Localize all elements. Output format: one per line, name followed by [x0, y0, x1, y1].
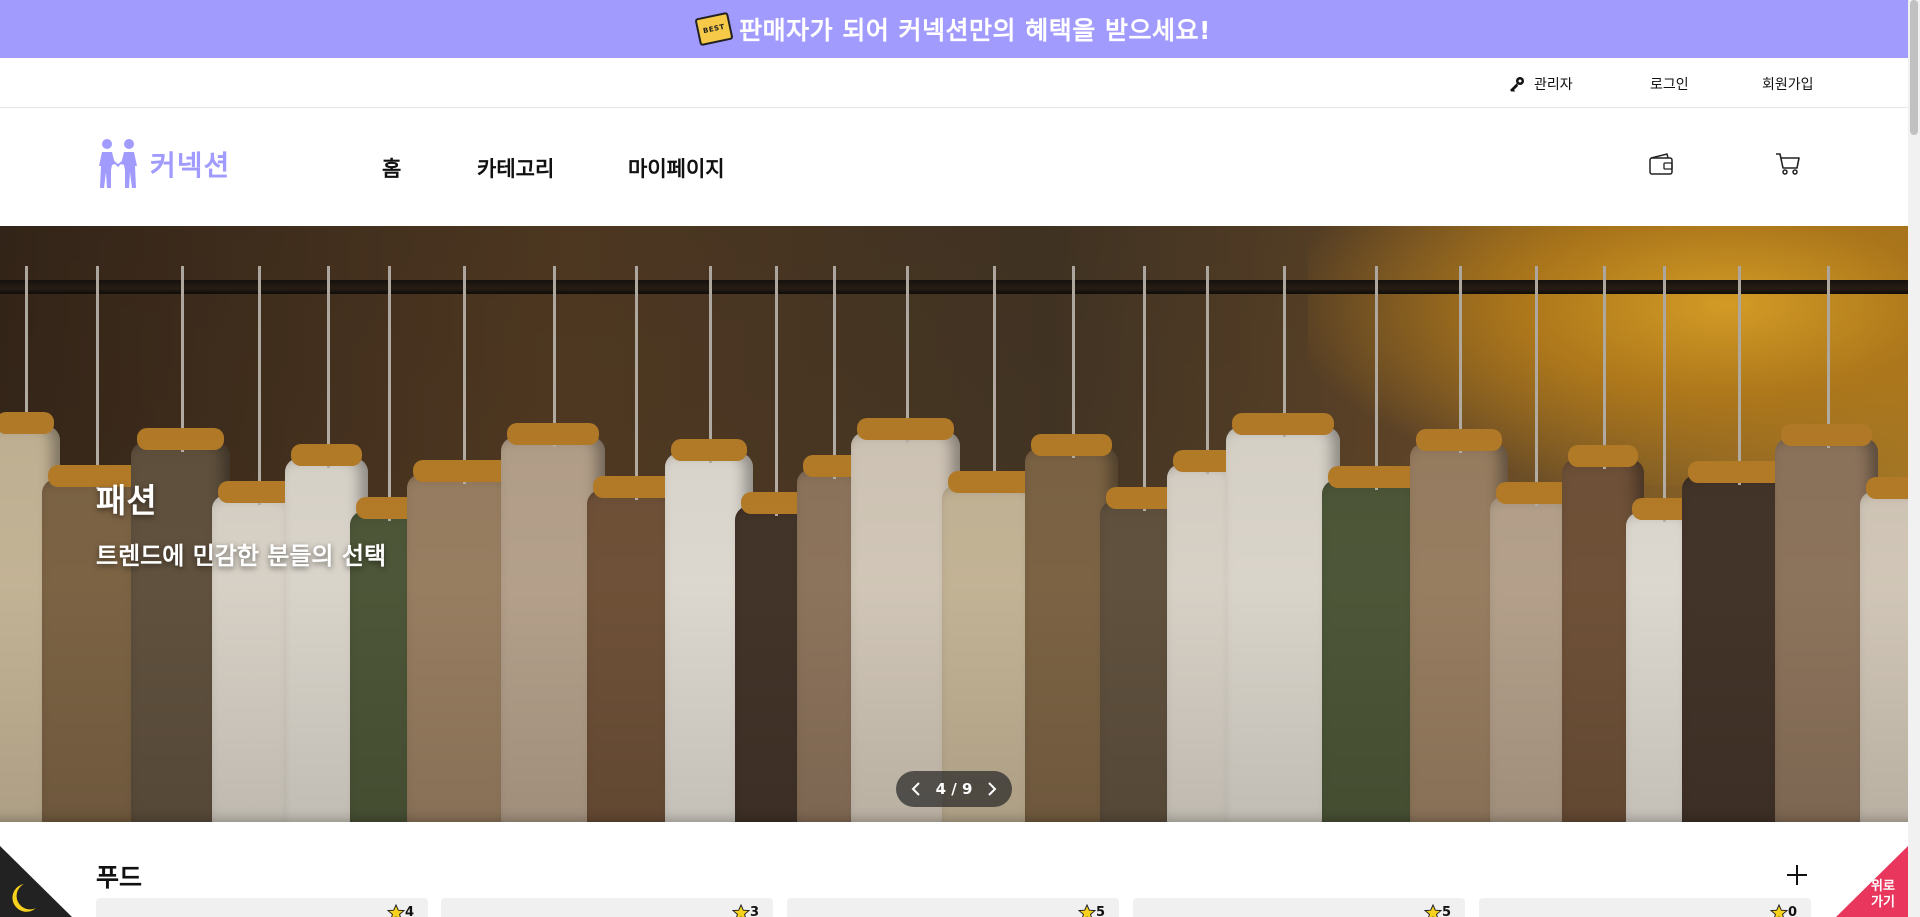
promo-banner[interactable]: BEST 판매자가 되어 커넥션만의 혜택을 받으세요! [0, 0, 1908, 58]
product-card[interactable]: 0 [1479, 898, 1811, 917]
star-icon [731, 904, 750, 917]
key-icon [1510, 77, 1524, 92]
utility-bar: 관리자 로그인 회원가입 [0, 58, 1908, 108]
next-slide-button[interactable] [984, 781, 1000, 797]
badge-line-1: BEST [702, 22, 726, 35]
section-title: 푸드 [96, 863, 143, 892]
star-icon [386, 904, 405, 917]
card-rating-value: 4 [404, 905, 414, 917]
main-header: 커넥션 홈 카테고리 마이페이지 [0, 108, 1908, 226]
dark-mode-toggle[interactable] [0, 846, 72, 917]
product-card[interactable]: 3 [441, 898, 773, 917]
card-rating: 4 [386, 904, 414, 917]
card-rating: 3 [731, 904, 759, 917]
logo-text: 커넥션 [150, 149, 231, 182]
promo-text: 판매자가 되어 커넥션만의 혜택을 받으세요! [739, 16, 1211, 45]
card-rating-value: 5 [1095, 905, 1105, 917]
hero-subtitle: 트렌드에 민감한 분들의 선택 [96, 542, 387, 570]
star-icon [1769, 904, 1788, 917]
card-rating-value: 5 [1441, 905, 1451, 917]
wallet-icon[interactable] [1648, 152, 1674, 176]
card-rating: 5 [1077, 904, 1105, 917]
login-link[interactable]: 로그인 [1650, 74, 1689, 94]
scrollbar-thumb[interactable] [1910, 0, 1918, 135]
card-rating-value: 0 [1787, 905, 1797, 917]
nav-category[interactable]: 카테고리 [477, 153, 554, 183]
card-rating: 0 [1769, 904, 1797, 917]
cart-icon[interactable] [1775, 152, 1801, 176]
nav-mypage[interactable]: 마이페이지 [628, 153, 725, 183]
admin-label: 관리자 [1534, 77, 1573, 93]
slide-counter: 4 / 9 [935, 780, 973, 798]
signup-link[interactable]: 회원가입 [1762, 74, 1814, 94]
chevron-right-icon [988, 782, 997, 796]
star-icon [1077, 904, 1096, 917]
page-scrollbar[interactable] [1908, 0, 1920, 917]
card-rating: 5 [1423, 904, 1451, 917]
people-handshake-icon [99, 139, 137, 188]
prev-slide-button[interactable] [908, 781, 924, 797]
scroll-top-button[interactable]: 위로 가기 [1836, 846, 1908, 917]
star-icon [1423, 904, 1442, 917]
admin-link[interactable]: 관리자 [1508, 74, 1573, 94]
plus-icon[interactable] [1786, 864, 1808, 886]
scroll-top-label: 위로 가기 [1871, 879, 1895, 910]
best-seller-badge-icon: BEST [694, 11, 734, 47]
site-logo[interactable]: 커넥션 [96, 138, 230, 190]
hero-title: 패션 [96, 481, 157, 520]
hero-shade [0, 226, 1908, 822]
nav-home[interactable]: 홈 [382, 153, 401, 183]
hero-carousel[interactable]: 패션 트렌드에 민감한 분들의 선택 4 / 9 [0, 226, 1908, 822]
carousel-pager: 4 / 9 [896, 771, 1012, 807]
product-card[interactable]: 4 [96, 898, 428, 917]
card-rating-value: 3 [749, 905, 759, 917]
product-card[interactable]: 5 [1133, 898, 1465, 917]
product-card[interactable]: 5 [787, 898, 1119, 917]
chevron-left-icon [911, 782, 920, 796]
